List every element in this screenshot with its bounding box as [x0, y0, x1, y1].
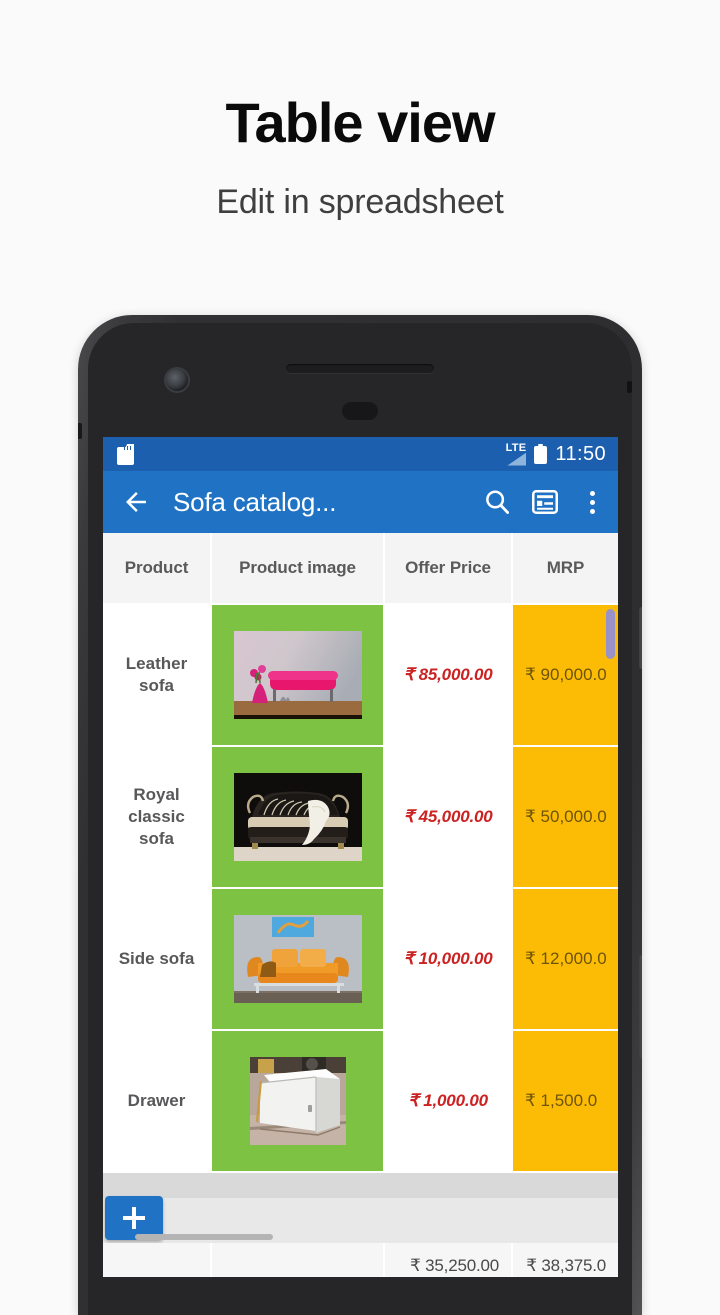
- cell-product-name[interactable]: Royal classic sofa: [103, 747, 212, 889]
- cell-offer-price[interactable]: ₹ 1,000.00: [385, 1031, 513, 1173]
- form-view-icon[interactable]: [530, 487, 560, 517]
- cell-product-image[interactable]: [212, 747, 385, 889]
- cell-product-name[interactable]: Drawer: [103, 1031, 212, 1173]
- cell-mrp[interactable]: ₹ 1,500.0: [513, 1031, 618, 1173]
- total-cell-image[interactable]: [212, 1243, 385, 1277]
- product-thumbnail: [233, 773, 362, 861]
- signal-bars-icon: LTE: [505, 441, 527, 466]
- cell-offer-price[interactable]: ₹ 85,000.00: [385, 605, 513, 747]
- total-cell-product[interactable]: [103, 1243, 212, 1277]
- product-thumbnail: [233, 631, 362, 719]
- frame-antenna-line-left: [78, 423, 82, 439]
- total-cell-offer-price[interactable]: ₹ 35,250.00: [385, 1243, 513, 1277]
- cell-mrp[interactable]: ₹ 50,000.0: [513, 747, 618, 889]
- more-vert-icon[interactable]: [580, 490, 604, 514]
- cell-product-image[interactable]: [212, 605, 385, 747]
- cell-mrp[interactable]: ₹ 90,000.0: [513, 605, 618, 747]
- earpiece-speaker-icon: [286, 364, 434, 373]
- cell-product-name[interactable]: Leather sofa: [103, 605, 212, 747]
- table-row[interactable]: Side sofa ₹ 10,000.00 ₹ 12,000.0: [103, 889, 618, 1031]
- table-header-row: Product Product image Offer Price MRP: [103, 533, 618, 605]
- page-title: Table view: [225, 91, 495, 154]
- phone-screen: LTE 11:50 Sofa catalog... Product Produc…: [103, 437, 618, 1277]
- app-bar-title: Sofa catalog...: [173, 486, 337, 517]
- column-header-offer-price[interactable]: Offer Price: [385, 533, 513, 605]
- search-icon[interactable]: [482, 487, 512, 517]
- sd-card-icon: [117, 443, 134, 465]
- product-thumbnail: [233, 915, 362, 1003]
- power-button[interactable]: [639, 607, 642, 669]
- promo-header: Table view Edit in spreadsheet: [0, 0, 720, 222]
- product-thumbnail: [249, 1057, 346, 1145]
- front-camera-icon: [166, 369, 188, 391]
- cell-offer-price[interactable]: ₹ 45,000.00: [385, 747, 513, 889]
- bottom-bar: [103, 1196, 618, 1243]
- table-row[interactable]: Royal classic sofa ₹ 45,000.00 ₹ 50,000.…: [103, 747, 618, 889]
- battery-icon: [534, 444, 548, 464]
- cell-product-name[interactable]: Side sofa: [103, 889, 212, 1031]
- back-arrow-icon[interactable]: [121, 487, 151, 517]
- volume-button[interactable]: [639, 955, 642, 1059]
- column-header-product-image[interactable]: Product image: [212, 533, 385, 605]
- table-row[interactable]: Leather sofa ₹ 85,000.00 ₹ 90,000.0: [103, 605, 618, 747]
- spreadsheet-table[interactable]: Product Product image Offer Price MRP Le…: [103, 533, 618, 1198]
- status-bar: LTE 11:50: [103, 437, 618, 471]
- vertical-scrollbar[interactable]: [606, 609, 615, 659]
- page-subtitle: Edit in spreadsheet: [216, 182, 504, 221]
- cell-product-image[interactable]: [212, 889, 385, 1031]
- column-header-mrp[interactable]: MRP: [513, 533, 618, 605]
- column-header-product[interactable]: Product: [103, 533, 212, 605]
- total-cell-mrp[interactable]: ₹ 38,375.0: [513, 1243, 618, 1277]
- horizontal-scrollbar-thumb[interactable]: [135, 1234, 273, 1240]
- add-plus-icon: [122, 1206, 146, 1230]
- cell-product-image[interactable]: [212, 1031, 385, 1173]
- cell-mrp[interactable]: ₹ 12,000.0: [513, 889, 618, 1031]
- network-label: LTE: [505, 441, 527, 454]
- frame-antenna-line: [627, 381, 632, 393]
- table-totals-row: ₹ 35,250.00 ₹ 38,375.0: [103, 1243, 618, 1277]
- app-bar: Sofa catalog...: [103, 471, 618, 533]
- table-row[interactable]: Drawer ₹ 1,000.00 ₹ 1,500.0: [103, 1031, 618, 1173]
- status-clock: 11:50: [555, 442, 606, 465]
- phone-device-frame: LTE 11:50 Sofa catalog... Product Produc…: [78, 315, 642, 1315]
- proximity-sensor-icon: [342, 402, 378, 420]
- cell-offer-price[interactable]: ₹ 10,000.00: [385, 889, 513, 1031]
